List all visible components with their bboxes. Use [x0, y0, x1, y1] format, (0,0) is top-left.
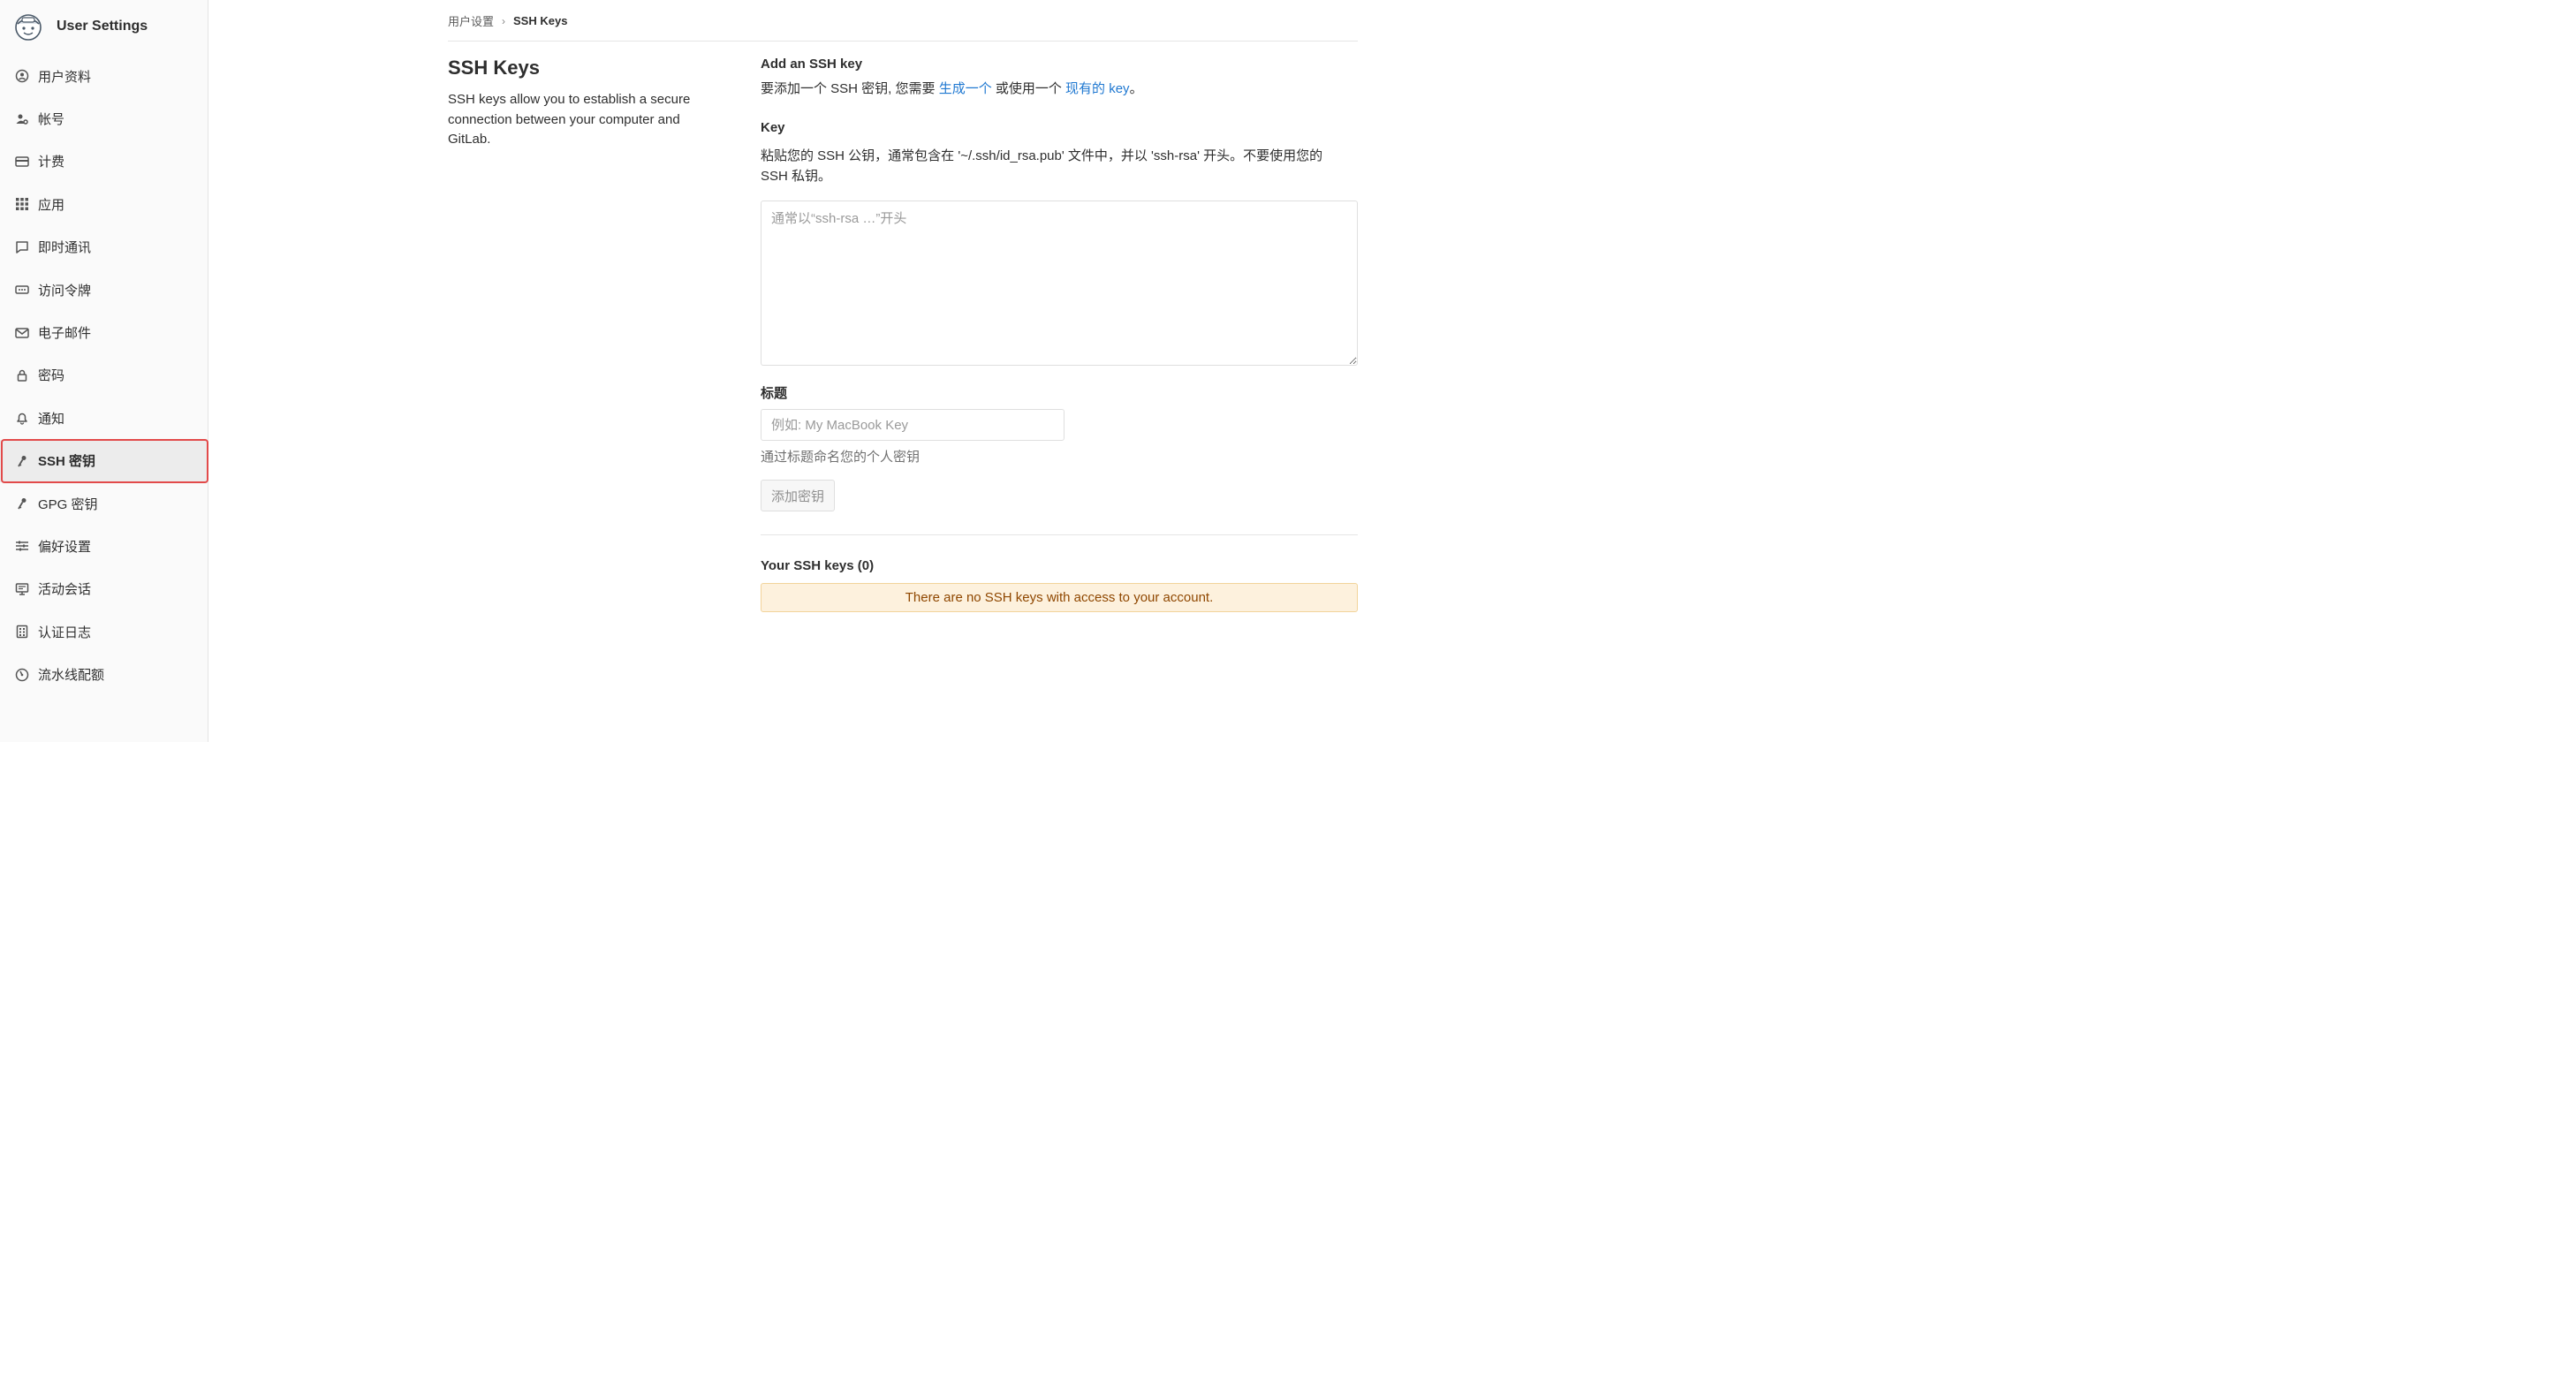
key-textarea[interactable]: [761, 201, 1358, 366]
sidebar-item-preferences[interactable]: 偏好设置: [0, 525, 208, 567]
sidebar-title: User Settings: [57, 19, 148, 34]
sidebar-item-notifications[interactable]: 通知: [0, 397, 208, 439]
sidebar-item-label: 计费: [38, 155, 65, 170]
preferences-icon: [14, 539, 29, 554]
sidebar-item-pipeline-quota[interactable]: 流水线配额: [0, 653, 208, 695]
sidebar-item-label: SSH 密钥: [38, 454, 96, 470]
sidebar-item-password[interactable]: 密码: [0, 354, 208, 397]
sidebar-item-label: 即时通讯: [38, 240, 92, 256]
breadcrumb: 用户设置 › SSH Keys: [448, 12, 567, 29]
add-ssh-key-form: Add an SSH key 要添加一个 SSH 密钥, 您需要 生成一个 或使…: [761, 57, 1358, 612]
sidebar-item-account[interactable]: 帐号: [0, 97, 208, 140]
title-field-label: 标题: [761, 386, 788, 401]
intro-text-prefix: 要添加一个 SSH 密钥, 您需要: [761, 81, 939, 96]
add-key-intro: 要添加一个 SSH 密钥, 您需要 生成一个 或使用一个 现有的 key。: [761, 80, 1358, 98]
page-title: SSH Keys: [448, 57, 540, 79]
title-input[interactable]: [761, 409, 1064, 441]
sidebar-item-label: 电子邮件: [38, 326, 92, 342]
sidebar-item-access-tokens[interactable]: 访问令牌: [0, 269, 208, 311]
add-key-button[interactable]: 添加密钥: [761, 480, 836, 511]
sidebar-item-label: 密码: [38, 368, 65, 384]
sidebar-item-chat[interactable]: 即时通讯: [0, 226, 208, 269]
page-intro: SSH Keys SSH keys allow you to establish…: [448, 57, 713, 150]
sidebar-nav: 用户资料 帐号 计费 应用 即时通讯 访问令牌 电子邮件 密码 通知 SSH 密…: [0, 55, 208, 696]
section-divider: [761, 534, 1358, 535]
lock-icon: [14, 367, 29, 382]
sidebar-item-applications[interactable]: 应用: [0, 183, 208, 225]
sidebar-item-label: 活动会话: [38, 582, 92, 598]
applications-icon: [14, 197, 29, 212]
sidebar-item-active-sessions[interactable]: 活动会话: [0, 568, 208, 610]
sidebar-item-profile[interactable]: 用户资料: [0, 55, 208, 97]
sidebar-item-label: 帐号: [38, 112, 65, 128]
sidebar-item-label: 认证日志: [38, 625, 92, 640]
account-icon: [14, 111, 29, 126]
sidebar-item-ssh-keys[interactable]: SSH 密钥: [0, 439, 208, 482]
title-field-help: 通过标题命名您的个人密钥: [761, 450, 921, 465]
page-description: SSH keys allow you to establish a secure…: [448, 92, 691, 147]
sidebar-item-label: 用户资料: [38, 69, 92, 85]
sidebar-item-label: 应用: [38, 197, 65, 213]
intro-text-suffix: 。: [1129, 81, 1143, 96]
credit-card-icon: [14, 154, 29, 169]
sidebar-item-label: GPG 密钥: [38, 496, 98, 512]
generate-key-link[interactable]: 生成一个: [939, 81, 992, 96]
sidebar-item-label: 通知: [38, 411, 65, 427]
sidebar-item-auth-log[interactable]: 认证日志: [0, 610, 208, 653]
user-avatar-icon: [12, 11, 44, 42]
bell-icon: [14, 411, 29, 426]
key-icon: [14, 453, 29, 468]
mail-icon: [14, 325, 29, 340]
sidebar-item-label: 访问令牌: [38, 283, 92, 299]
sidebar-item-emails[interactable]: 电子邮件: [0, 311, 208, 353]
chat-icon: [14, 239, 29, 254]
chevron-right-icon: ›: [502, 14, 506, 27]
key-field-label: Key: [761, 120, 785, 135]
sidebar-header[interactable]: User Settings: [12, 11, 148, 42]
intro-text-middle: 或使用一个: [991, 81, 1066, 96]
sidebar-item-gpg-keys[interactable]: GPG 密钥: [0, 482, 208, 525]
settings-sidebar: User Settings 用户资料 帐号 计费 应用 即时通讯 访问令牌 电子…: [0, 0, 208, 742]
token-icon: [14, 283, 29, 298]
your-ssh-keys-heading: Your SSH keys (0): [761, 558, 875, 573]
quota-icon: [14, 667, 29, 682]
existing-key-link[interactable]: 现有的 key: [1065, 81, 1130, 96]
breadcrumb-current[interactable]: SSH Keys: [513, 14, 567, 27]
sidebar-item-label: 流水线配额: [38, 668, 105, 684]
profile-icon: [14, 69, 29, 84]
header-divider: [448, 41, 1358, 42]
no-keys-alert: There are no SSH keys with access to you…: [761, 583, 1358, 612]
breadcrumb-user-settings[interactable]: 用户设置: [448, 12, 494, 29]
sidebar-item-billing[interactable]: 计费: [0, 140, 208, 183]
key-icon: [14, 496, 29, 511]
sidebar-item-label: 偏好设置: [38, 539, 92, 555]
log-icon: [14, 625, 29, 640]
monitor-icon: [14, 581, 29, 596]
key-field-help: 粘贴您的 SSH 公钥，通常包含在 '~/.ssh/id_rsa.pub' 文件…: [761, 148, 1323, 184]
add-key-section-title: Add an SSH key: [761, 57, 863, 72]
